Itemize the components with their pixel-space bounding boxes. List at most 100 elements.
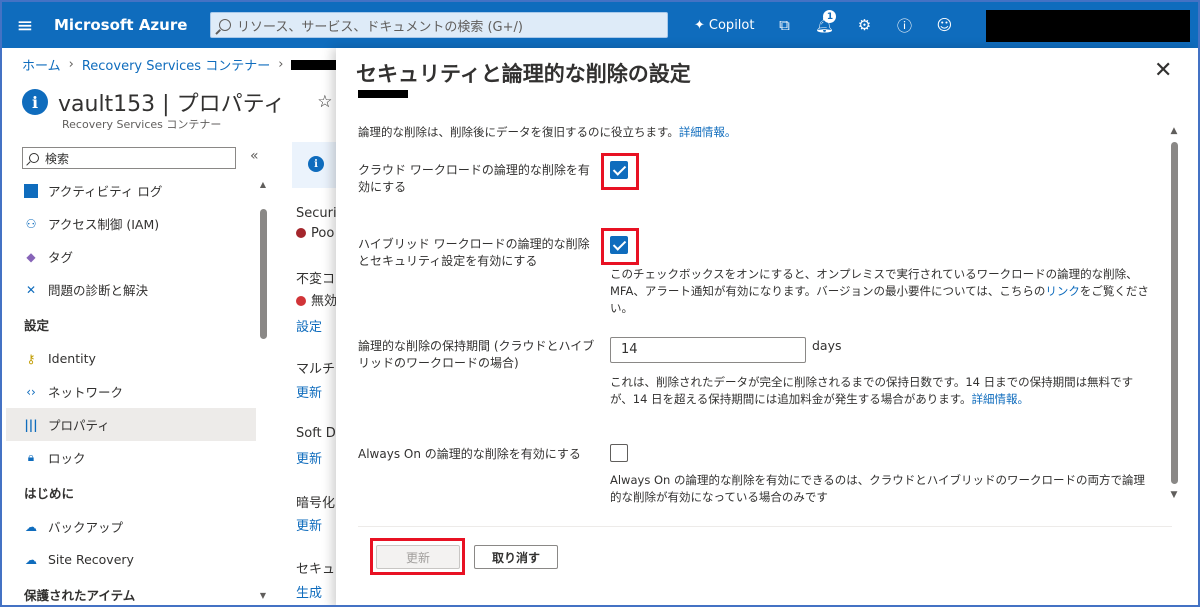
- sidebar-item-diagnose[interactable]: ✕ 問題の診断と解決: [6, 273, 256, 306]
- sidebar-item-site-recovery[interactable]: ☁ Site Recovery: [6, 543, 256, 576]
- scroll-thumb[interactable]: [259, 209, 267, 339]
- blade-scrollbar[interactable]: ▲ ▼: [1168, 126, 1180, 522]
- sidebar-item-activity-log[interactable]: アクティビティ ログ: [6, 174, 256, 207]
- immutable-status: 無効: [296, 290, 337, 309]
- breadcrumb: ホーム › Recovery Services コンテナー ›: [22, 55, 344, 74]
- copilot-label: Copilot: [708, 17, 755, 33]
- retention-unit: days: [812, 338, 842, 353]
- feedback-icon[interactable]: ☺: [924, 2, 964, 48]
- lock-icon: 🔒︎: [27, 450, 35, 464]
- update-button[interactable]: 更新: [376, 545, 460, 569]
- info-icon: i: [308, 156, 324, 172]
- chevron-right-icon: ›: [68, 57, 74, 72]
- footer-divider: [358, 526, 1172, 527]
- sidebar-item-label: バックアップ: [48, 520, 124, 535]
- breadcrumb-home[interactable]: ホーム: [22, 55, 61, 74]
- network-icon: ‹›: [26, 384, 36, 399]
- copilot-button[interactable]: ✦ Copilot: [694, 18, 754, 33]
- update-link-2[interactable]: 更新: [296, 448, 322, 467]
- security-status: Poo: [296, 226, 334, 241]
- cloud-soft-delete-checkbox[interactable]: [610, 161, 628, 179]
- wrench-icon: ✕: [25, 282, 37, 297]
- always-on-label: Always On の論理的な削除を有効にする: [358, 447, 581, 461]
- disabled-icon: [296, 296, 306, 306]
- brand-logo[interactable]: Microsoft Azure: [54, 16, 200, 34]
- sidebar-item-network[interactable]: ‹› ネットワーク: [6, 375, 256, 408]
- global-search-input[interactable]: リソース、サービス、ドキュメントの検索 (G+/): [210, 12, 668, 38]
- scroll-down-icon[interactable]: ▼: [258, 591, 268, 600]
- soft-delete-heading: Soft D: [296, 426, 336, 441]
- sidebar-item-identity[interactable]: ⚷ Identity: [6, 342, 256, 375]
- page-subtitle: Recovery Services コンテナー: [62, 118, 222, 131]
- generate-link[interactable]: 生成: [296, 582, 322, 601]
- favorite-star-icon[interactable]: ☆: [317, 92, 332, 112]
- settings-gear-icon[interactable]: ⚙: [844, 2, 884, 48]
- settings-link[interactable]: 設定: [296, 316, 322, 335]
- encryption-heading: 暗号化: [296, 496, 336, 511]
- hybrid-help-link[interactable]: リンク: [1045, 284, 1080, 298]
- nav-scrollbar[interactable]: ▲ ▼: [258, 180, 268, 600]
- retention-help: これは、削除されたデータが完全に削除されるまでの保持日数です。14 日までの保持…: [610, 375, 1134, 406]
- update-link-3[interactable]: 更新: [296, 515, 322, 534]
- error-icon: [296, 228, 306, 238]
- page-header: i vault153 | プロパティ ☆: [22, 86, 333, 118]
- sidebar-item-properties[interactable]: ||| プロパティ: [6, 408, 256, 441]
- notification-count-badge: 1: [823, 10, 837, 23]
- hybrid-soft-delete-checkbox[interactable]: [610, 236, 628, 254]
- immutable-status-text: 無効: [311, 294, 338, 309]
- description-text: 論理的な削除は、削除後にデータを復旧するのに役立ちます。: [358, 125, 679, 139]
- hybrid-soft-delete-label: ハイブリッド ワークロードの論理的な削除とセキュリティ設定を有効にする: [358, 237, 590, 268]
- update-link-1[interactable]: 更新: [296, 382, 322, 401]
- sidebar-item-label: プロパティ: [48, 418, 110, 433]
- retention-help-text: これは、削除されたデータが完全に削除されるまでの保持日数です。14 日までの保持…: [610, 374, 1150, 408]
- blade-subtitle-redacted: [358, 90, 408, 98]
- hamburger-menu-icon[interactable]: ≡: [2, 2, 48, 48]
- hybrid-help-text: このチェックボックスをオンにすると、オンプレミスで実行されているワークロードの論…: [610, 266, 1150, 317]
- nav-search-input[interactable]: 検索: [22, 147, 236, 169]
- retention-learn-more-link[interactable]: 詳細情報。: [972, 392, 1030, 406]
- cloud-shell-icon[interactable]: ⧉: [764, 2, 804, 48]
- people-icon: ⚇: [25, 216, 37, 231]
- close-icon[interactable]: ✕: [1154, 58, 1172, 83]
- help-icon[interactable]: ⓘ: [884, 2, 924, 48]
- security-settings-blade: セキュリティと論理的な削除の設定 ✕ 論理的な削除は、削除後にデータを復旧するの…: [336, 48, 1198, 605]
- security-heading: Securi: [296, 206, 337, 221]
- breadcrumb-container[interactable]: Recovery Services コンテナー: [82, 55, 270, 74]
- sidebar-item-label: アクセス制御 (IAM): [48, 217, 160, 232]
- search-icon: [29, 153, 39, 163]
- blade-description: 論理的な削除は、削除後にデータを復旧するのに役立ちます。詳細情報。: [358, 124, 736, 140]
- sidebar-item-tags[interactable]: ◆ タグ: [6, 240, 256, 273]
- nav-section-settings: 設定: [24, 317, 50, 333]
- notifications-icon[interactable]: 🔔︎ 1: [804, 2, 844, 48]
- security-status-text: Poo: [311, 226, 335, 241]
- sidebar-item-backup[interactable]: ☁ バックアップ: [6, 510, 256, 543]
- collapse-nav-icon[interactable]: «: [250, 148, 259, 164]
- scroll-down-icon[interactable]: ▼: [1168, 490, 1180, 500]
- copilot-icon: ✦: [694, 17, 705, 33]
- properties-icon: |||: [24, 417, 38, 432]
- search-icon: [219, 19, 231, 31]
- cancel-button[interactable]: 取り消す: [474, 545, 558, 569]
- scroll-thumb[interactable]: [1170, 142, 1178, 484]
- sidebar-item-lock[interactable]: 🔒︎ ロック: [6, 441, 256, 474]
- sidebar-item-label: Identity: [48, 351, 96, 366]
- scroll-up-icon[interactable]: ▲: [1168, 126, 1180, 136]
- account-redacted[interactable]: [986, 10, 1190, 42]
- cloud-soft-delete-label: クラウド ワークロードの論理的な削除を有効にする: [358, 163, 590, 194]
- retention-label: 論理的な削除の保持期間 (クラウドとハイブリッドのワークロードの場合): [358, 339, 595, 370]
- scroll-up-icon[interactable]: ▲: [258, 180, 268, 189]
- nav-section-getting-started: はじめに: [24, 485, 75, 501]
- sidebar-item-label: ロック: [48, 451, 86, 466]
- learn-more-link[interactable]: 詳細情報。: [679, 125, 737, 139]
- immutable-heading: 不変コ: [296, 272, 336, 287]
- sidebar-item-label: ネットワーク: [48, 385, 124, 400]
- retention-days-input[interactable]: 14: [610, 337, 806, 363]
- top-bar: ≡ Microsoft Azure リソース、サービス、ドキュメントの検索 (G…: [2, 2, 1198, 48]
- key-icon: ⚷: [26, 351, 36, 366]
- sidebar-item-iam[interactable]: ⚇ アクセス制御 (IAM): [6, 207, 256, 240]
- always-on-checkbox[interactable]: [610, 444, 628, 462]
- nav-section-protected-items: 保護されたアイテム: [24, 587, 136, 603]
- app-window: ≡ Microsoft Azure リソース、サービス、ドキュメントの検索 (G…: [0, 0, 1200, 607]
- always-on-help-text: Always On の論理的な削除を有効にできるのは、クラウドとハイブリッドのワ…: [610, 473, 1145, 504]
- page-title: vault153 | プロパティ: [58, 92, 286, 117]
